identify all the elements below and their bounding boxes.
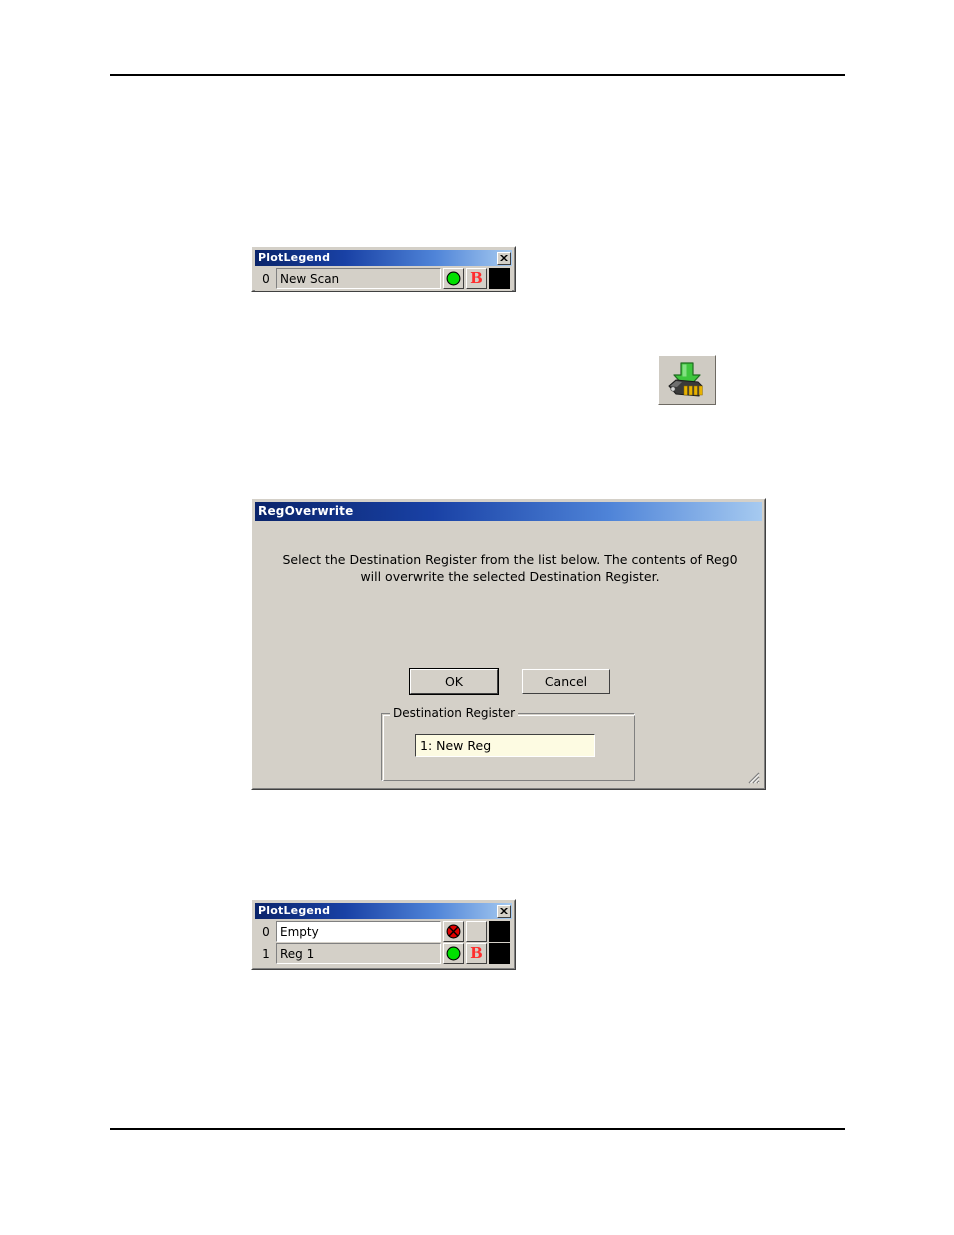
legend-row-name-field[interactable]: Empty — [276, 921, 441, 942]
legend-row-index: 0 — [262, 924, 270, 939]
green-circle-icon[interactable] — [443, 268, 464, 289]
destination-register-label: Destination Register — [390, 706, 519, 720]
color-swatch[interactable] — [489, 921, 510, 942]
legend-row-index: 1 — [262, 946, 270, 961]
cancel-button[interactable]: Cancel — [522, 669, 610, 694]
legend-rows: 0 Empty 1 Reg 1 B — [255, 919, 512, 966]
dialog-body: Select the Destination Register from the… — [255, 521, 762, 786]
titlebar-buttons — [497, 251, 511, 265]
color-swatch[interactable] — [489, 943, 510, 964]
dialog-message-line1: Select the Destination Register from the… — [282, 552, 738, 567]
dialog-message: Select the Destination Register from the… — [275, 551, 745, 585]
overwrite-register-icon[interactable] — [658, 355, 716, 405]
dialog-titlebar[interactable]: RegOverwrite — [255, 502, 762, 521]
ok-button[interactable]: OK — [409, 668, 499, 695]
legend-row-index: 0 — [262, 271, 270, 286]
window-title: PlotLegend — [258, 251, 331, 264]
page-header-rule — [110, 74, 845, 76]
green-circle-icon[interactable] — [443, 943, 464, 964]
plot-legend-window-top[interactable]: PlotLegend 0 New Scan B — [251, 246, 516, 292]
bold-toggle-label: B — [470, 944, 483, 962]
destination-register-listbox[interactable]: 1: New Reg — [415, 734, 595, 757]
destination-register-group: Destination Register 1: New Reg — [381, 706, 635, 781]
close-icon[interactable] — [497, 251, 511, 265]
table-row[interactable]: 0 New Scan B — [256, 268, 510, 289]
table-row[interactable]: 0 Empty — [256, 921, 510, 942]
window-title: PlotLegend — [258, 904, 331, 917]
reg-overwrite-dialog[interactable]: RegOverwrite Select the Destination Regi… — [251, 498, 766, 790]
bold-toggle-button[interactable] — [466, 921, 487, 942]
bold-toggle-label: B — [470, 269, 483, 287]
plot-legend-window-bottom[interactable]: PlotLegend 0 Empty 1 Reg 1 B — [251, 899, 516, 970]
titlebar-buttons — [497, 904, 511, 918]
color-swatch[interactable] — [489, 268, 510, 289]
titlebar[interactable]: PlotLegend — [255, 903, 512, 919]
legend-rows: 0 New Scan B — [255, 266, 512, 291]
page-footer-rule — [110, 1128, 845, 1130]
bold-toggle-button[interactable]: B — [466, 943, 487, 964]
dialog-message-line2: will overwrite the selected Destination … — [360, 569, 660, 584]
legend-row-name-field[interactable]: New Scan — [276, 268, 441, 289]
dialog-title: RegOverwrite — [258, 504, 354, 518]
table-row[interactable]: 1 Reg 1 B — [256, 943, 510, 964]
titlebar[interactable]: PlotLegend — [255, 250, 512, 266]
resize-grip-icon[interactable] — [746, 770, 760, 784]
legend-row-name-field[interactable]: Reg 1 — [276, 943, 441, 964]
close-icon[interactable] — [497, 904, 511, 918]
red-circle-x-icon[interactable] — [443, 921, 464, 942]
bold-toggle-button[interactable]: B — [466, 268, 487, 289]
